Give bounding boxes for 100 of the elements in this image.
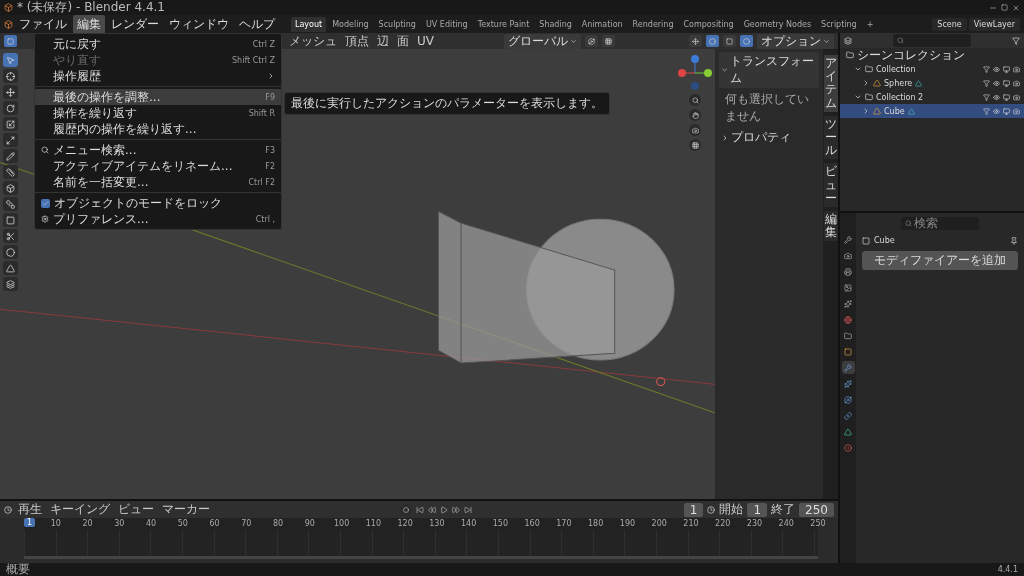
viewport-menu[interactable]: メッシュ xyxy=(287,32,339,50)
timeline-menu[interactable]: ビュー xyxy=(116,501,156,518)
skip-back-icon[interactable] xyxy=(416,505,424,514)
sidebar-tab[interactable]: ツール xyxy=(823,115,838,160)
workspace-tab[interactable]: Texture Paint xyxy=(473,16,534,32)
gizmo-button[interactable] xyxy=(689,35,702,47)
workspace-tab[interactable]: Compositing xyxy=(679,16,738,32)
timeline-menu[interactable]: キーイング xyxy=(48,501,112,518)
chevron-down-icon[interactable] xyxy=(854,93,862,101)
menu-item[interactable]: 操作を繰り返す Shift R xyxy=(35,105,281,121)
sidebar-tab[interactable]: 編集 xyxy=(823,210,838,242)
chevron-right-icon[interactable] xyxy=(862,79,870,87)
scene-field[interactable]: Scene xyxy=(932,17,967,31)
outliner-row[interactable]: Sphere xyxy=(840,76,1024,90)
menu-item[interactable]: 名前を一括変更... Ctrl F2 xyxy=(35,174,281,190)
xray-button[interactable] xyxy=(723,35,736,47)
menu-item[interactable]: 操作履歴 xyxy=(35,68,281,84)
material-tab[interactable] xyxy=(841,441,855,454)
tool-tab[interactable] xyxy=(841,233,855,246)
orientation-dropdown[interactable]: グローバル xyxy=(504,33,581,49)
rewind-icon[interactable] xyxy=(428,505,436,514)
axis-gizmo-drawing[interactable] xyxy=(677,55,713,91)
workspace-tab[interactable]: Geometry Nodes xyxy=(739,16,816,32)
workspace-tab[interactable]: Modeling xyxy=(328,16,373,32)
workspace-tab[interactable]: Layout xyxy=(291,16,327,32)
skip-forward-icon[interactable] xyxy=(464,505,472,514)
sparkles-tab[interactable] xyxy=(841,297,855,310)
start-field[interactable]: 1 xyxy=(747,502,768,517)
viewport-menu[interactable]: 頂点 xyxy=(343,32,371,50)
move-tool[interactable] xyxy=(2,85,18,99)
chevron-right-icon[interactable] xyxy=(862,107,870,115)
search-field[interactable] xyxy=(893,34,971,47)
menu-item[interactable]: メニュー検索... F3 xyxy=(35,142,281,158)
camera-button[interactable] xyxy=(689,124,701,136)
panel-header[interactable]: トランスフォーム xyxy=(719,52,819,88)
workspace-tab[interactable]: Animation xyxy=(577,16,627,32)
menu-item[interactable]: レンダー xyxy=(107,14,163,34)
checkbox[interactable] xyxy=(41,198,50,208)
annotate-tool[interactable] xyxy=(2,149,18,163)
menu-item[interactable]: ヘルプ xyxy=(235,14,279,34)
menu-item[interactable]: 元に戻す Ctrl Z xyxy=(35,36,281,52)
record-button[interactable] xyxy=(400,503,412,516)
search-field[interactable]: 検索 xyxy=(901,217,979,230)
options-dropdown[interactable]: オプション xyxy=(757,33,834,49)
sidebar-tab[interactable]: ビュー xyxy=(823,163,838,207)
menu-item[interactable]: 最後の操作を調整... F9 xyxy=(35,89,281,105)
menu-item[interactable]: ウィンドウ xyxy=(165,14,233,34)
pan-button[interactable] xyxy=(689,109,701,121)
viewport-menu[interactable]: UV xyxy=(415,34,436,48)
select-mode-button[interactable] xyxy=(4,35,17,47)
menu-item[interactable]: ファイル xyxy=(15,14,71,34)
link-tab[interactable] xyxy=(841,409,855,422)
viewport-menu[interactable]: 面 xyxy=(395,32,411,50)
menu-item[interactable]: オブジェクトのモードをロック xyxy=(35,195,281,211)
scale-tool[interactable] xyxy=(2,117,18,131)
workspace-tab[interactable]: + xyxy=(862,16,878,32)
globe-tab[interactable] xyxy=(841,313,855,326)
select-tool[interactable] xyxy=(2,53,18,67)
menu-item[interactable]: アクティブアイテムをリネーム... F2 xyxy=(35,158,281,174)
image-tab[interactable] xyxy=(841,281,855,294)
close-icon[interactable] xyxy=(1012,3,1020,12)
outliner-row[interactable]: Cube xyxy=(840,104,1024,118)
workspace-tab[interactable]: Sculpting xyxy=(374,16,420,32)
triangle-tab[interactable] xyxy=(841,425,855,438)
grid-button[interactable] xyxy=(689,139,701,151)
wrench-tab[interactable] xyxy=(841,361,855,374)
particles-tab[interactable] xyxy=(841,377,855,390)
workspace-tab[interactable]: UV Editing xyxy=(421,16,472,32)
measure-tool[interactable] xyxy=(2,165,18,179)
workspace-tab[interactable]: Shading xyxy=(535,16,576,32)
transform-tool[interactable] xyxy=(2,133,18,147)
overlay-button[interactable] xyxy=(706,35,719,47)
end-field[interactable]: 250 xyxy=(799,502,834,517)
menu-item[interactable]: 履歴内の操作を繰り返す... xyxy=(35,121,281,137)
snap-button[interactable] xyxy=(602,35,615,47)
frame-field[interactable]: 1 xyxy=(683,502,704,517)
workspace-tab[interactable]: Scripting xyxy=(817,16,861,32)
view-layer-field[interactable]: ViewLayer xyxy=(968,17,1020,31)
rotate-tool[interactable] xyxy=(2,101,18,115)
outliner-row[interactable]: Collection xyxy=(840,62,1024,76)
folder-tab[interactable] xyxy=(841,329,855,342)
cube-tool[interactable] xyxy=(2,181,18,195)
zoom-button[interactable] xyxy=(689,94,701,106)
chevron-down-icon[interactable] xyxy=(854,65,862,73)
solid-shading-button[interactable] xyxy=(740,35,753,47)
sidebar-tab[interactable]: アイテム xyxy=(823,55,838,112)
menu-item[interactable]: プリファレンス... Ctrl , xyxy=(35,211,281,227)
maximize-icon[interactable] xyxy=(1001,4,1008,11)
outliner-row[interactable]: Collection 2 xyxy=(840,90,1024,104)
printer-tab[interactable] xyxy=(841,265,855,278)
add-modifier-button[interactable]: モディファイアーを追加 xyxy=(862,251,1018,270)
cursor-tool[interactable] xyxy=(2,69,18,83)
viewport-menu[interactable]: 辺 xyxy=(375,32,391,50)
panel-header[interactable]: プロパティ xyxy=(719,128,819,147)
playhead[interactable]: 1 xyxy=(24,518,36,527)
timeline-menu[interactable]: 再生 xyxy=(16,501,44,518)
timeline-menu[interactable]: マーカー xyxy=(160,501,212,518)
square-tab[interactable] xyxy=(841,345,855,358)
play-icon[interactable] xyxy=(440,505,448,514)
workspace-tab[interactable]: Rendering xyxy=(628,16,678,32)
